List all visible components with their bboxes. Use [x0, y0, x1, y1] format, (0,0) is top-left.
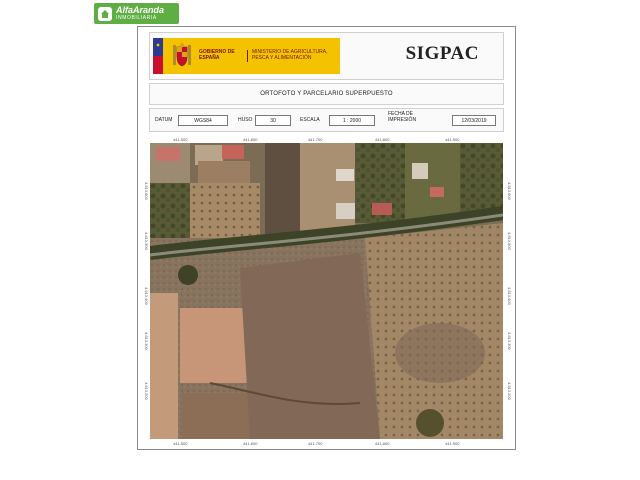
- map-tick-left: 4.613.500: [144, 232, 149, 250]
- ministry-label: MINISTERIO DE AGRICULTURA, PESCA Y ALIME…: [247, 49, 332, 62]
- house-icon: [98, 6, 112, 21]
- map-tick-bottom: 441.500: [173, 441, 188, 446]
- eu-flag-icon: [153, 38, 163, 74]
- app-title: SIGPAC: [405, 43, 479, 64]
- map-tick-top: 441.600: [243, 137, 258, 142]
- map-tick-left: 4.613.400: [144, 287, 149, 305]
- map-tick-top: 441.900: [445, 137, 460, 142]
- map-tick-left: 4.613.200: [144, 382, 149, 400]
- logo-subtitle: INMOBILIARIA: [116, 15, 157, 21]
- huso-value: 30: [255, 115, 291, 126]
- map-tick-left: 4.613.600: [144, 182, 149, 200]
- map-tick-top: 441.700: [308, 137, 323, 142]
- datum-value: WGS84: [178, 115, 228, 126]
- datum-label: DATUM: [155, 117, 173, 123]
- logo-brand: AlfaAranda: [116, 5, 165, 15]
- map-tick-right: 4.613.200: [507, 382, 512, 400]
- map-tick-bottom: 441.800: [375, 441, 390, 446]
- fecha-value: 12/03/2019: [452, 115, 496, 126]
- map-tick-top: 441.500: [173, 137, 188, 142]
- escala-value: 1 : 2000: [329, 115, 375, 126]
- map-info-bar: DATUM WGS84 HUSO 30 ESCALA 1 : 2000 FECH…: [149, 108, 504, 132]
- huso-label: HUSO: [238, 117, 253, 123]
- coat-of-arms-icon: [171, 42, 193, 70]
- escala-label: ESCALA: [300, 117, 320, 123]
- map-tick-right: 4.613.300: [507, 332, 512, 350]
- map-tick-right: 4.613.400: [507, 287, 512, 305]
- map-tick-left: 4.613.300: [144, 332, 149, 350]
- map-tick-bottom: 441.700: [308, 441, 323, 446]
- map-tick-top: 441.800: [375, 137, 390, 142]
- sigpac-document: GOBIERNO DE ESPAÑA MINISTERIO DE AGRICUL…: [137, 26, 516, 450]
- map-tick-right: 4.613.500: [507, 232, 512, 250]
- agency-logo: AlfaAranda INMOBILIARIA: [94, 3, 179, 24]
- orthophoto-map[interactable]: [150, 143, 503, 439]
- government-banner: GOBIERNO DE ESPAÑA MINISTERIO DE AGRICUL…: [153, 38, 340, 74]
- map-tick-bottom: 441.600: [243, 441, 258, 446]
- document-subtitle: ORTOFOTO Y PARCELARIO SUPERPUESTO: [149, 83, 504, 105]
- document-header: GOBIERNO DE ESPAÑA MINISTERIO DE AGRICUL…: [149, 32, 504, 80]
- map-tick-right: 4.613.600: [507, 182, 512, 200]
- government-label: GOBIERNO DE ESPAÑA: [199, 49, 235, 61]
- fecha-label: FECHA DE IMPRESIÓN: [388, 111, 417, 123]
- aerial-image: [150, 143, 503, 439]
- map-tick-bottom: 441.900: [445, 441, 460, 446]
